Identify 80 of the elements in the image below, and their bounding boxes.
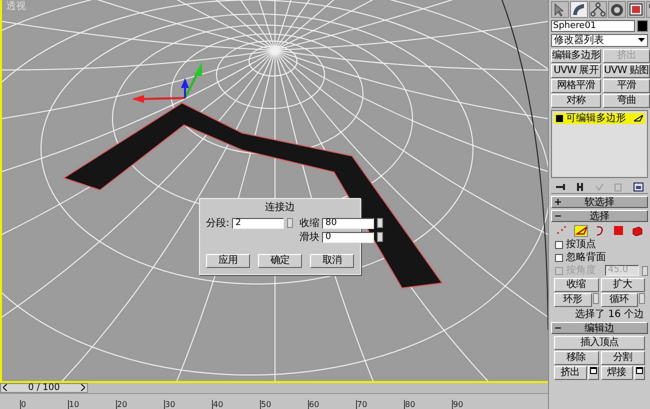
dialog-button[interactable]: 取消: [310, 254, 354, 268]
pin-icon[interactable]: [555, 182, 566, 192]
panel-button[interactable]: 焊接: [600, 366, 633, 380]
cube-icon: [631, 225, 644, 236]
cursor-icon: [634, 115, 643, 122]
square-icon: [612, 225, 625, 236]
triangle-outline-icon: [574, 225, 586, 236]
tick-label: 40: [212, 400, 260, 409]
monitor-icon: [628, 2, 644, 18]
panel-button[interactable]: 扩大: [600, 278, 645, 292]
settings-button[interactable]: [634, 366, 645, 380]
object-name-field[interactable]: Sphere01: [551, 20, 635, 32]
tick-label: 10: [68, 400, 116, 409]
panel-button[interactable]: 移除: [554, 351, 598, 365]
tick-label: 0: [20, 400, 68, 409]
tick-label: 60: [308, 400, 356, 409]
panel-tab[interactable]: [608, 1, 626, 18]
modifier-button[interactable]: 平滑: [603, 79, 650, 93]
subobject-button[interactable]: [574, 224, 588, 236]
subobject-button[interactable]: [612, 224, 626, 236]
fork-icon[interactable]: [574, 182, 586, 192]
panel-tab[interactable]: [627, 1, 645, 18]
transform-gizmo-icon: [132, 62, 202, 103]
caret-icon: [638, 38, 645, 43]
settings-button[interactable]: [588, 366, 598, 380]
panel-tab[interactable]: [570, 1, 588, 18]
hierarchy-icon: [590, 2, 606, 18]
modifier-button[interactable]: UVW 贴图: [603, 64, 650, 78]
frame-scroller-box[interactable]: 0 / 100: [0, 383, 88, 393]
modifier-button[interactable]: 网格平滑: [551, 79, 602, 93]
checkbox-label: 忽略背面: [566, 252, 606, 263]
rollout-header[interactable]: 选择: [551, 210, 648, 222]
window-icon: [636, 367, 643, 374]
dialog-title: 连接边: [264, 202, 296, 213]
rollout-header[interactable]: 软选择: [551, 196, 648, 208]
stack-item[interactable]: 可编辑多边形: [554, 113, 645, 124]
expand-icon: [555, 198, 561, 205]
rollout-header[interactable]: 编辑边: [551, 322, 648, 334]
panel-tab[interactable]: [551, 1, 569, 18]
viewport[interactable]: 透视 连接边 分段: 2 收缩 80 滑块 0 应用 确定 取消: [0, 0, 548, 383]
modifier-button[interactable]: 对称: [551, 94, 602, 108]
panel-button[interactable]: 分割: [600, 351, 645, 365]
checkbox[interactable]: [555, 254, 563, 262]
tick-label: 50: [260, 400, 308, 409]
modifier-button[interactable]: 编辑多边形: [551, 49, 602, 63]
dialog-button[interactable]: 应用: [206, 254, 250, 268]
tick-label: 30: [164, 400, 212, 409]
modifier-list-dropdown[interactable]: 修改器列表: [551, 34, 648, 47]
field-label: 滑块: [299, 232, 320, 242]
frame-counter: 0 / 100: [28, 384, 60, 392]
tick-label: 70: [356, 400, 404, 409]
tick-label: 90: [452, 400, 500, 409]
dialog-button[interactable]: 确定: [258, 254, 302, 268]
selection-status: 选择了 16 个边: [574, 309, 645, 320]
checkbox-label: 按顶点: [566, 239, 596, 250]
panel-tab[interactable]: [589, 1, 607, 18]
color-swatch[interactable]: [637, 20, 648, 32]
number-field[interactable]: 80: [322, 218, 374, 228]
vertex-dots-icon: [555, 225, 568, 236]
field-label: 分段:: [206, 218, 230, 228]
panel-button[interactable]: 循环: [600, 293, 638, 307]
modifier-button[interactable]: UVW 展开: [551, 64, 602, 78]
subobject-button[interactable]: [630, 224, 644, 236]
number-field[interactable]: 2: [232, 218, 284, 228]
tick-label: 20: [116, 400, 164, 409]
collapse-icon: [555, 212, 561, 219]
panel-button[interactable]: 插入顶点: [554, 336, 645, 350]
window-icon: [590, 367, 596, 374]
field-label: 收缩: [299, 218, 320, 228]
panel-button[interactable]: 收缩: [554, 278, 598, 292]
number-field[interactable]: 0: [322, 232, 374, 242]
panel-button[interactable]: 环形: [554, 293, 592, 307]
collapse-icon: [555, 324, 561, 331]
tick-label: 80: [404, 400, 452, 409]
curved-tube-icon: [571, 2, 587, 18]
wheel-icon: [609, 2, 625, 18]
panel-button[interactable]: 挤出: [554, 366, 586, 380]
configure-icon[interactable]: [632, 182, 644, 192]
checkbox[interactable]: [555, 240, 563, 248]
modifier-button[interactable]: 弯曲: [603, 94, 650, 108]
